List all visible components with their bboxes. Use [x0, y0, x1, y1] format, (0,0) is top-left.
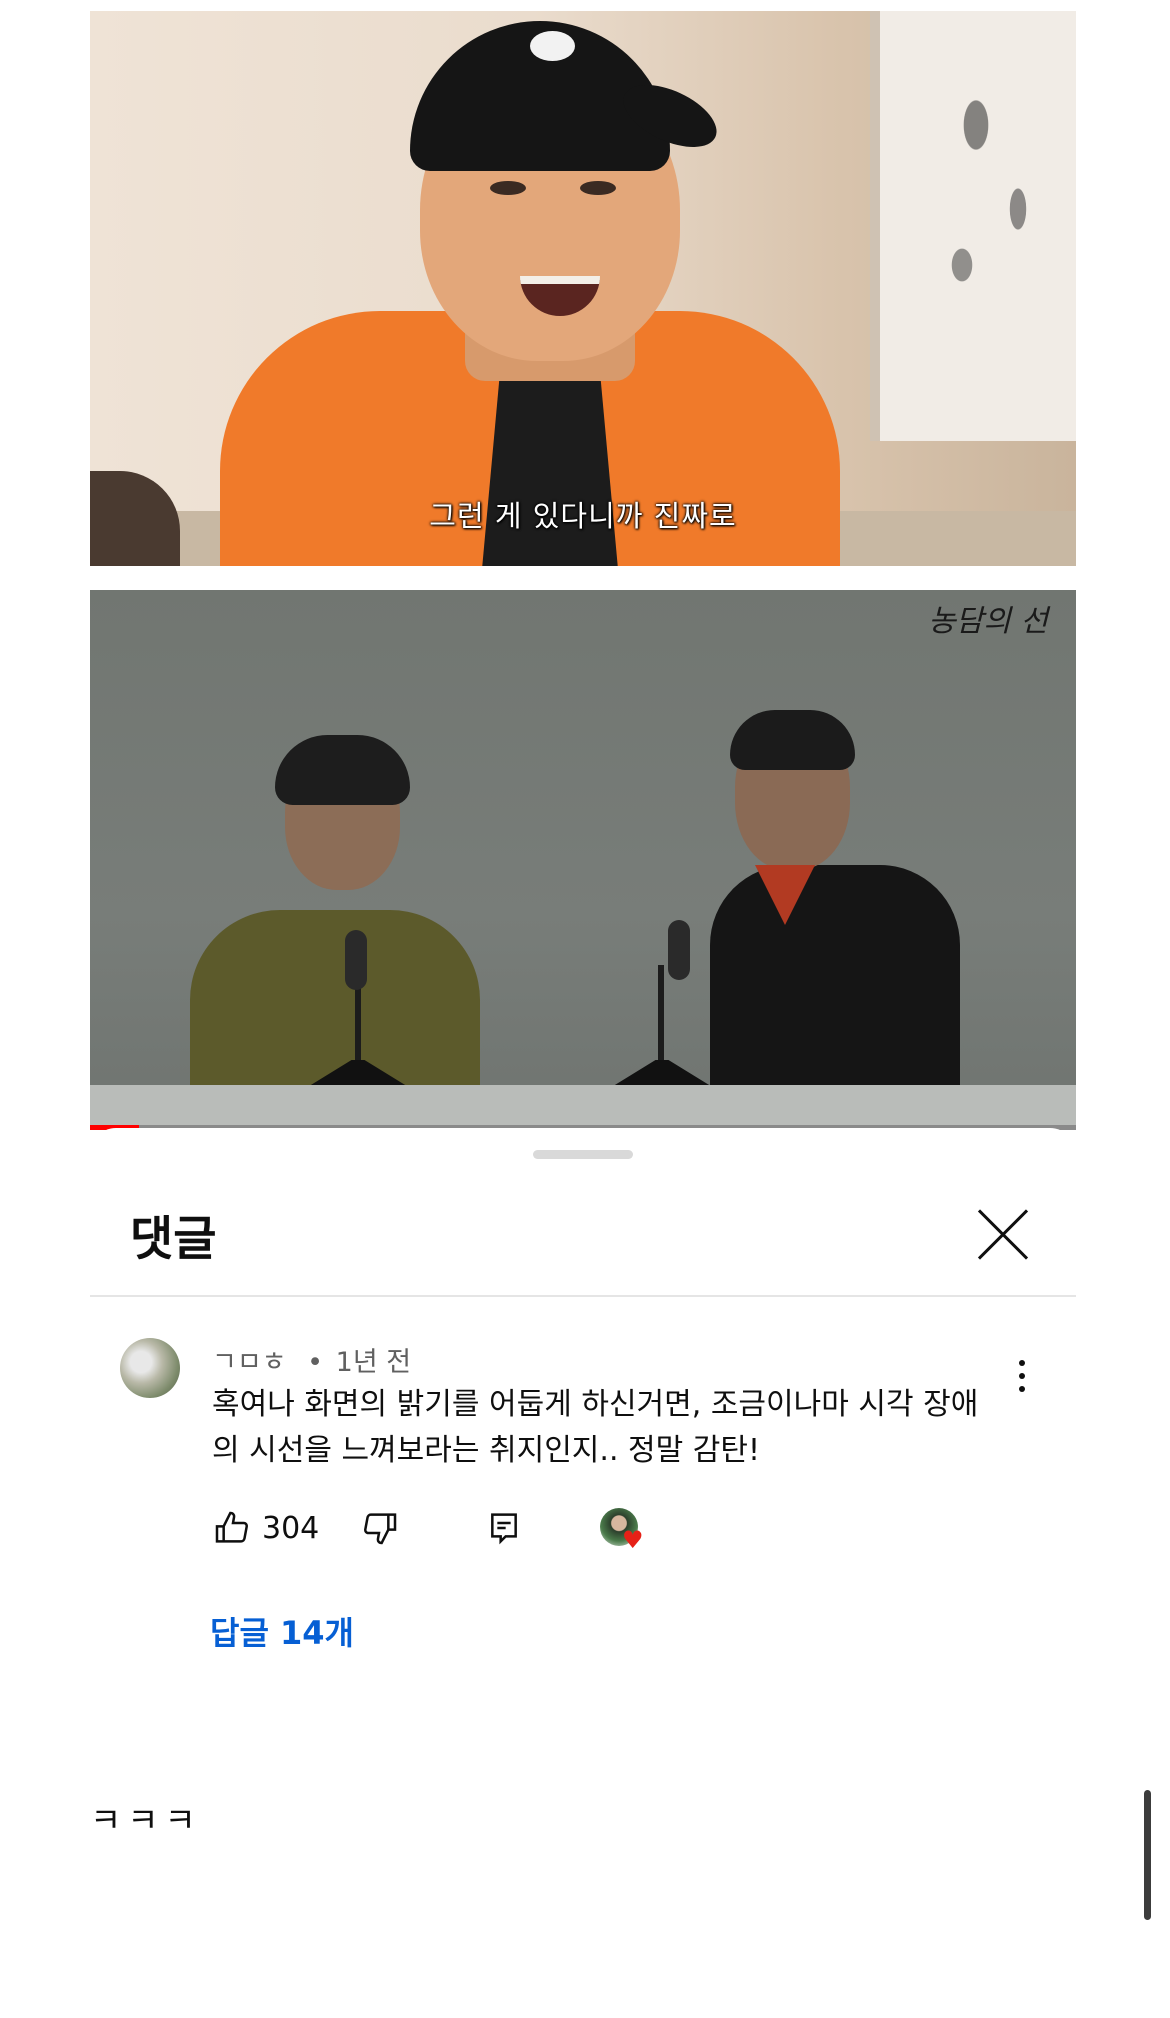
channel-watermark: 농담의 선 [928, 604, 1048, 639]
person-black-shirt [710, 865, 960, 1095]
comment-meta: ㄱㅁㅎ • 1년 전 [212, 1340, 411, 1379]
next-comment-preview: ㅋㅋㅋ [90, 1801, 202, 1841]
drag-handle[interactable] [533, 1150, 633, 1159]
reply-icon[interactable] [484, 1508, 528, 1552]
comment-actions: 304 ♥ [212, 1508, 712, 1558]
more-vert-icon[interactable] [1012, 1356, 1032, 1396]
microphone-1 [345, 930, 367, 990]
view-replies-button[interactable]: 답글 14개 [210, 1608, 354, 1654]
avatar[interactable] [120, 1338, 180, 1398]
divider [90, 1295, 1076, 1297]
like-count: 304 [262, 1511, 320, 1546]
heart-icon: ♥ [622, 1526, 644, 1554]
scrollbar[interactable] [1144, 1790, 1151, 1920]
calligraphy-art [920, 41, 1060, 321]
cap-logo [530, 31, 575, 61]
meta-separator: • [307, 1347, 324, 1378]
comment-author[interactable]: ㄱㅁㅎ [212, 1347, 287, 1378]
person-1-hair [275, 735, 410, 805]
table [90, 1085, 1076, 1130]
creator-heart-icon[interactable]: ♥ [600, 1508, 644, 1552]
eye-right [580, 181, 616, 195]
video-player[interactable]: 농담의 선 [90, 590, 1076, 1130]
thumb-down-icon[interactable] [360, 1508, 404, 1552]
comment-text: 혹여나 화면의 밝기를 어둡게 하신거면, 조금이나마 시각 장애의 시선을 느… [212, 1387, 979, 1468]
video-frame-top[interactable]: 그런 게 있다니까 진짜로 [90, 11, 1076, 566]
person-2-hair [730, 710, 855, 770]
black-tshirt [480, 361, 620, 566]
comment-time: 1년 전 [335, 1347, 412, 1378]
close-icon[interactable] [975, 1206, 1031, 1262]
sheet-title: 댓글 [130, 1212, 217, 1267]
microphone-2 [668, 920, 690, 980]
comments-sheet: 댓글 ㄱㅁㅎ • 1년 전 혹여나 화면의 밝기를 어둡게 하신거면, 조금이나… [90, 1128, 1076, 2018]
video-subtitle: 그런 게 있다니까 진짜로 [429, 499, 737, 533]
eye-left [490, 181, 526, 195]
thumb-up-icon[interactable] [212, 1508, 256, 1552]
